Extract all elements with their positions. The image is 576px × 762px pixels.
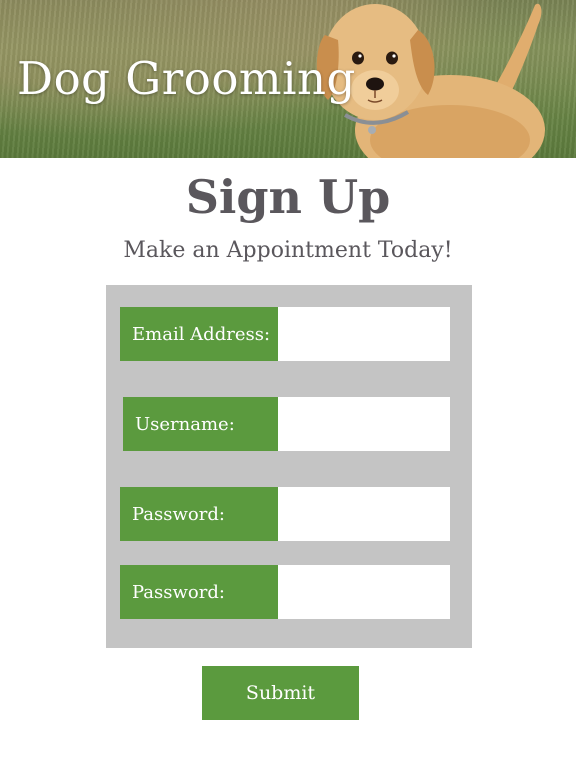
email-field[interactable] [278, 307, 450, 361]
password-field[interactable] [278, 487, 450, 541]
header-banner: Dog Grooming [0, 0, 576, 158]
signup-form: Email Address: Username: Password: Passw… [106, 285, 472, 648]
confirm-password-label: Password: [120, 565, 278, 619]
page-title: Sign Up [185, 170, 391, 224]
submit-button[interactable]: Submit [202, 666, 359, 720]
confirm-password-field[interactable] [278, 565, 450, 619]
page-subtitle: Make an Appointment Today! [123, 238, 453, 263]
username-field[interactable] [278, 397, 450, 451]
username-label: Username: [123, 397, 278, 451]
site-title: Dog Grooming [17, 52, 356, 105]
email-label: Email Address: [120, 307, 278, 361]
password-label: Password: [120, 487, 278, 541]
